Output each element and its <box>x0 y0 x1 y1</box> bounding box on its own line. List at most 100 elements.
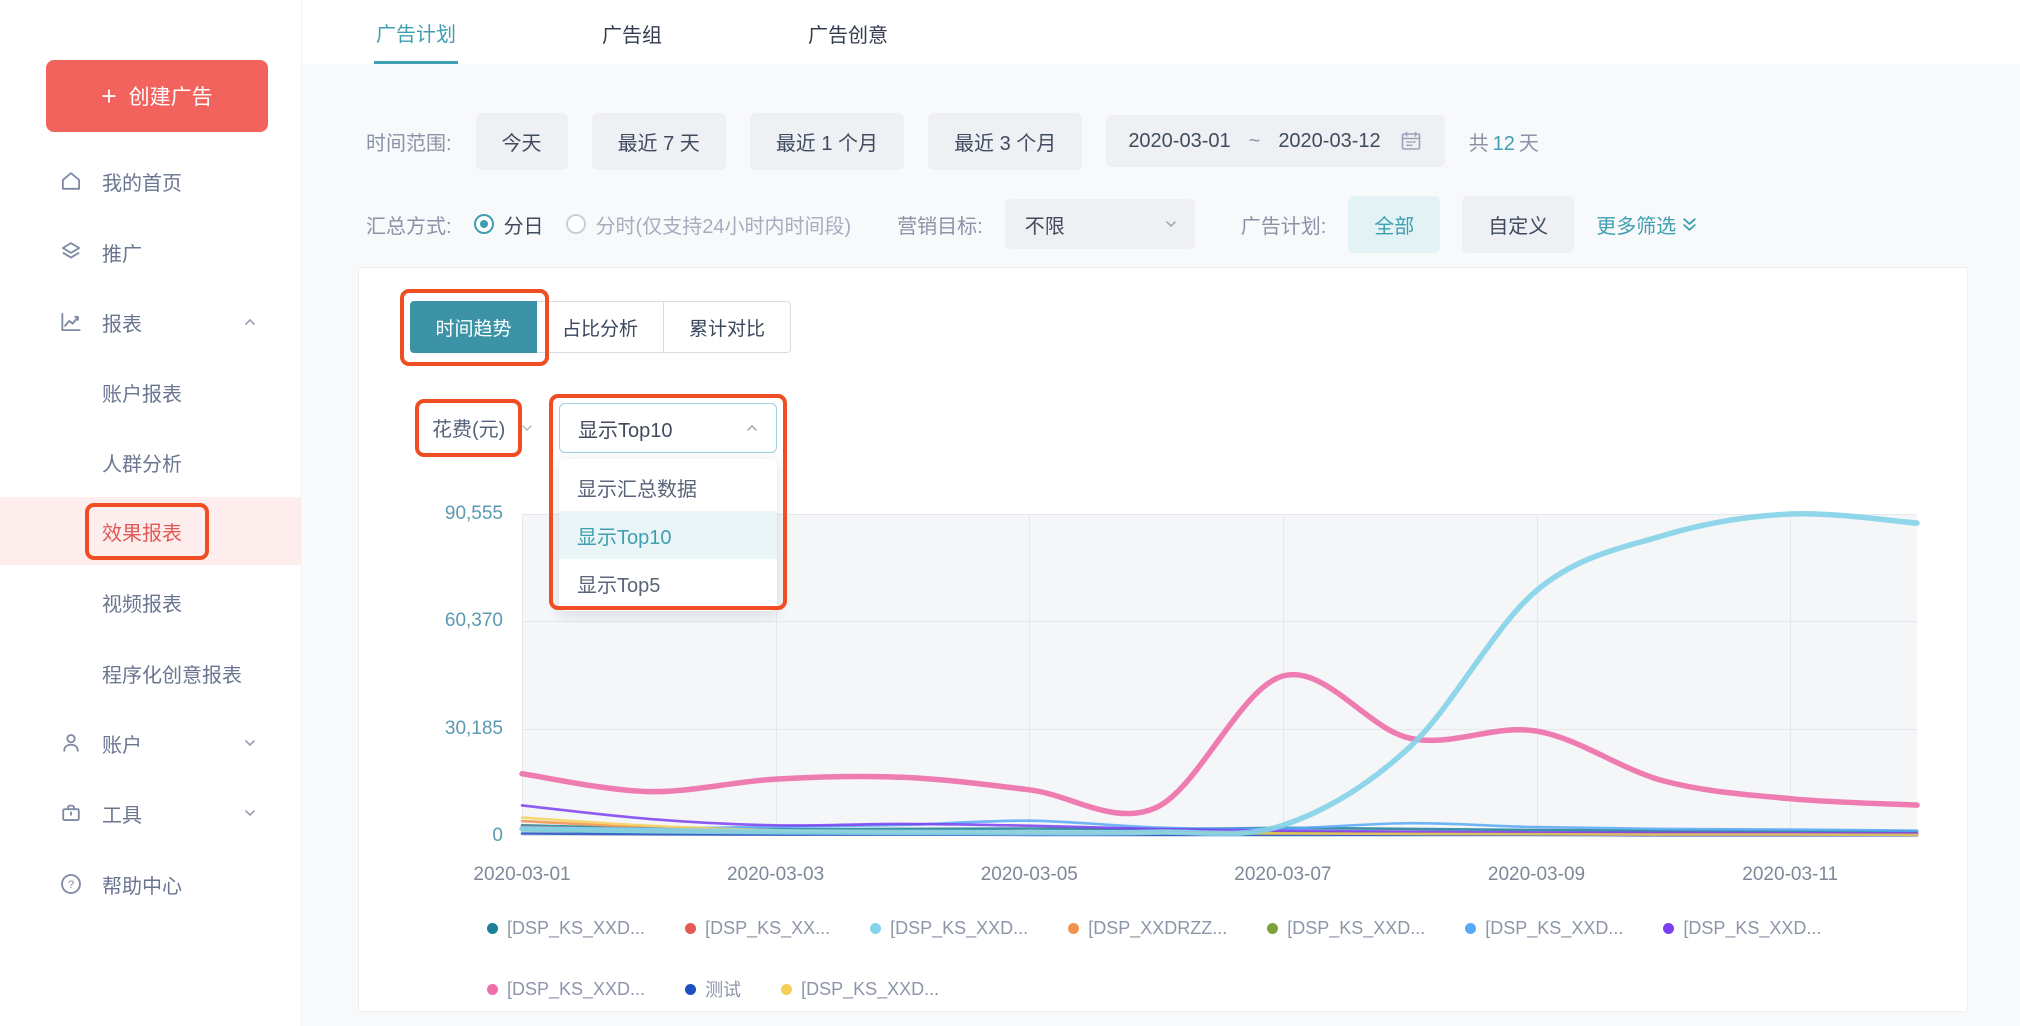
sidebar-item-home[interactable]: 我的首页 <box>0 146 302 216</box>
sidebar-item-label: 帮助中心 <box>102 870 182 899</box>
legend-label: [DSP_KS_XXD... <box>890 918 1028 939</box>
option-show-top10[interactable]: 显示Top10 <box>559 511 777 559</box>
legend-label: [DSP_KS_XXD... <box>1287 918 1425 939</box>
legend-item[interactable]: [DSP_KS_XXD... <box>1267 918 1425 939</box>
sidebar-item-reports[interactable]: 报表 <box>0 287 302 357</box>
sidebar-item-tools[interactable]: 工具 <box>0 778 302 848</box>
chevron-up-icon <box>744 420 760 436</box>
legend-item[interactable]: [DSP_KS_XXD... <box>1465 918 1623 939</box>
radio-unselected-icon <box>566 214 586 234</box>
sidebar: + 创建广告 我的首页 推广 报表 账户报表 <box>0 0 302 1026</box>
plan-custom-button[interactable]: 自定义 <box>1462 196 1574 253</box>
chart-card: 时间趋势 占比分析 累计对比 花费(元) 显示Top10 显示汇总数据 显示To… <box>358 267 1968 1012</box>
entity-tabbar: 广告计划 广告组 广告创意 <box>303 0 2020 64</box>
legend-label: [DSP_KS_XXD... <box>801 979 939 1000</box>
sidebar-item-effect-report[interactable]: 效果报表 <box>0 497 302 565</box>
radio-daily[interactable]: 分日 <box>474 210 544 239</box>
tab-ad-plan[interactable]: 广告计划 <box>374 1 458 64</box>
sidebar-item-label: 人群分析 <box>102 448 182 477</box>
chevron-down-icon[interactable] <box>242 805 258 821</box>
legend-dot-icon <box>685 984 696 995</box>
option-show-top5[interactable]: 显示Top5 <box>559 559 777 607</box>
radio-hourly[interactable]: 分时(仅支持24小时内时间段) <box>566 210 852 239</box>
legend-item[interactable]: [DSP_XXDRZZ... <box>1068 918 1227 939</box>
create-ad-button[interactable]: + 创建广告 <box>46 60 268 132</box>
date-end: 2020-03-12 <box>1278 130 1380 153</box>
tab-ad-creative[interactable]: 广告创意 <box>806 2 890 62</box>
main-area: 广告计划 广告组 广告创意 时间范围: 今天 最近 7 天 最近 1 个月 最近… <box>303 0 2020 1026</box>
chart-line-series <box>522 675 1917 814</box>
range-1month-button[interactable]: 最近 1 个月 <box>750 113 904 170</box>
tab-ad-group[interactable]: 广告组 <box>600 2 664 62</box>
view-tab-time-trend[interactable]: 时间趋势 <box>410 301 537 353</box>
legend-label: 测试 <box>705 976 741 1002</box>
top-n-value: 显示Top10 <box>578 414 673 443</box>
more-filters-label: 更多筛选 <box>1596 210 1676 239</box>
svg-text:?: ? <box>68 879 74 891</box>
legend-item[interactable]: 测试 <box>685 976 741 1002</box>
x-tick-label: 2020-03-09 <box>1457 864 1617 886</box>
range-3months-button[interactable]: 最近 3 个月 <box>928 113 1082 170</box>
legend-dot-icon <box>1068 923 1079 934</box>
marketing-target-label: 营销目标: <box>897 210 983 239</box>
view-tab-share-analysis[interactable]: 占比分析 <box>537 301 664 353</box>
y-tick-label: 0 <box>377 825 503 847</box>
legend-item[interactable]: [DSP_KS_XXD... <box>487 979 645 1000</box>
sidebar-item-promotion[interactable]: 推广 <box>0 217 302 287</box>
chevron-down-icon <box>1163 216 1179 232</box>
plan-all-button[interactable]: 全部 <box>1348 196 1440 253</box>
sidebar-item-label: 报表 <box>102 308 142 337</box>
sidebar-item-audience-analysis[interactable]: 人群分析 <box>0 427 302 497</box>
create-ad-label: 创建广告 <box>129 81 213 111</box>
range-today-button[interactable]: 今天 <box>476 113 568 170</box>
date-tilde: ~ <box>1249 130 1261 153</box>
chevron-up-icon[interactable] <box>242 314 258 330</box>
ad-plan-label: 广告计划: <box>1241 210 1327 239</box>
legend-row-2: [DSP_KS_XXD... 测试 [DSP_KS_XXD... <box>487 976 939 1002</box>
legend-item[interactable]: [DSP_KS_XX... <box>685 918 830 939</box>
legend-dot-icon <box>685 923 696 934</box>
sidebar-item-help-center[interactable]: ? 帮助中心 <box>0 849 302 919</box>
date-start: 2020-03-01 <box>1128 130 1230 153</box>
legend-dot-icon <box>1465 923 1476 934</box>
legend-label: [DSP_KS_XXD... <box>1485 918 1623 939</box>
range-7days-button[interactable]: 最近 7 天 <box>592 113 726 170</box>
aggregation-label: 汇总方式: <box>366 210 452 239</box>
date-range-picker[interactable]: 2020-03-01 ~ 2020-03-12 <box>1106 115 1444 167</box>
sidebar-item-label: 推广 <box>102 238 142 267</box>
legend-item[interactable]: [DSP_KS_XXD... <box>781 979 939 1000</box>
radio-selected-icon <box>474 214 494 234</box>
sidebar-item-account-report[interactable]: 账户报表 <box>0 357 302 427</box>
radio-daily-label: 分日 <box>504 210 544 239</box>
sidebar-item-label: 我的首页 <box>102 167 182 196</box>
more-filters-link[interactable]: 更多筛选 <box>1596 210 1697 239</box>
legend-dot-icon <box>1663 923 1674 934</box>
legend-dot-icon <box>487 984 498 995</box>
line-chart-icon <box>58 309 84 335</box>
metric-select[interactable]: 花费(元) <box>432 413 535 442</box>
chevron-down-icon[interactable] <box>242 735 258 751</box>
legend-item[interactable]: [DSP_KS_XXD... <box>870 918 1028 939</box>
layers-icon <box>58 239 84 265</box>
sidebar-item-account[interactable]: 账户 <box>0 708 302 778</box>
x-tick-label: 2020-03-05 <box>949 864 1109 886</box>
legend-label: [DSP_XXDRZZ... <box>1088 918 1227 939</box>
legend-item[interactable]: [DSP_KS_XXD... <box>1663 918 1821 939</box>
legend-label: [DSP_KS_XX... <box>705 918 830 939</box>
view-tab-cumulative-compare[interactable]: 累计对比 <box>664 301 791 353</box>
top-n-select[interactable]: 显示Top10 <box>559 403 777 453</box>
toolbox-icon <box>58 800 84 826</box>
chevron-down-icon <box>519 420 535 436</box>
sidebar-item-video-report[interactable]: 视频报表 <box>0 567 302 637</box>
option-show-summary[interactable]: 显示汇总数据 <box>559 463 777 511</box>
legend-label: [DSP_KS_XXD... <box>507 979 645 1000</box>
radio-hourly-label: 分时(仅支持24小时内时间段) <box>596 210 852 239</box>
legend-dot-icon <box>781 984 792 995</box>
top-n-dropdown-menu: 显示汇总数据 显示Top10 显示Top5 <box>559 459 777 611</box>
marketing-target-select[interactable]: 不限 <box>1005 199 1195 249</box>
sidebar-item-programmatic-creative-report[interactable]: 程序化创意报表 <box>0 638 302 708</box>
ad-platform-page: + 创建广告 我的首页 推广 报表 账户报表 <box>0 0 2020 1026</box>
legend-item[interactable]: [DSP_KS_XXD... <box>487 918 645 939</box>
sidebar-item-label: 账户 <box>102 729 142 758</box>
person-icon <box>58 730 84 756</box>
